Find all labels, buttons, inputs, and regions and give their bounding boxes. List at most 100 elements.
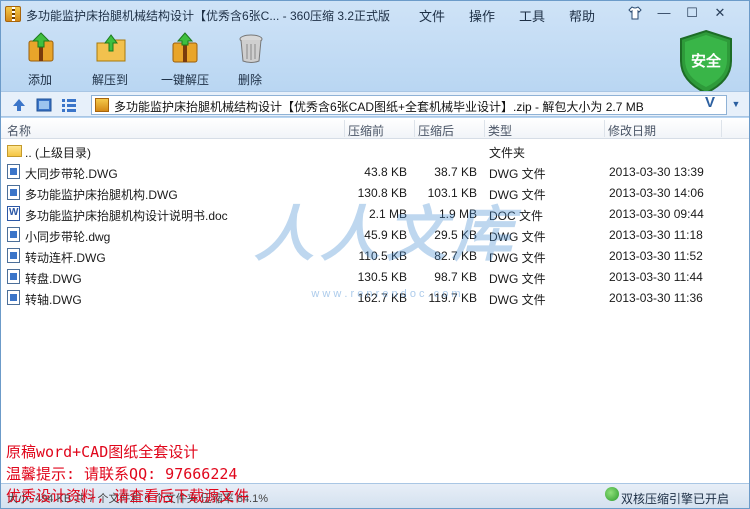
skin-icon[interactable]: [627, 5, 643, 21]
file-type: 文件夹: [489, 146, 526, 160]
file-name: 转轴.DWG: [25, 293, 82, 307]
modified-date: 2013-03-30 11:36: [609, 291, 703, 305]
table-row[interactable]: 多功能监护床抬腿机构设计说明书.doc 2.1 MB 1.9 MB DOC 文件…: [1, 203, 749, 224]
column-divider[interactable]: [344, 120, 345, 137]
column-date[interactable]: 修改日期: [608, 122, 656, 139]
engine-status-icon: [605, 487, 619, 501]
maximize-button[interactable]: ☐: [681, 4, 703, 22]
overlay-line-3: 优秀设计资料, 请查看后下载源文件: [6, 487, 250, 505]
menu-tools[interactable]: 工具: [519, 6, 545, 25]
size-after: 1.9 MB: [438, 207, 477, 221]
modified-date: 2013-03-30 13:39: [609, 165, 704, 179]
one-click-extract-button-label: 一键解压: [160, 73, 209, 87]
modified-date: 2013-03-30 11:44: [609, 270, 703, 284]
file-name: 小同步带轮.dwg: [25, 230, 111, 244]
file-type: DWG 文件: [489, 293, 546, 307]
menu-file[interactable]: 文件: [419, 6, 445, 25]
size-after: 119.7 KB: [428, 291, 477, 305]
overlay-line-1: 原稿word+CAD图纸全套设计: [6, 443, 199, 461]
add-button[interactable]: 添加: [5, 27, 75, 91]
modified-date: 2013-03-30 09:44: [609, 207, 704, 221]
size-after: 103.1 KB: [427, 186, 477, 200]
up-arrow-icon[interactable]: [11, 97, 27, 113]
extract-to-button[interactable]: 解压到: [75, 27, 145, 91]
column-size-before[interactable]: 压缩前: [348, 122, 384, 139]
file-name: 转动连杆.DWG: [25, 251, 106, 265]
overlay-line-2: 温馨提示: 请联系QQ: 97666224: [6, 465, 238, 483]
table-row[interactable]: 小同步带轮.dwg 45.9 KB 29.5 KB DWG 文件 2013-03…: [1, 224, 749, 245]
file-type: DWG 文件: [489, 188, 546, 202]
column-divider[interactable]: [484, 120, 485, 137]
modified-date: 2013-03-30 14:06: [609, 186, 704, 200]
column-type[interactable]: 类型: [488, 122, 512, 139]
size-before: 162.7 KB: [357, 291, 407, 305]
column-size-after[interactable]: 压缩后: [418, 122, 454, 139]
trash-icon: [239, 34, 263, 63]
dwg-file-icon: [7, 269, 20, 284]
table-row[interactable]: 转动连杆.DWG 110.5 KB 82.7 KB DWG 文件 2013-03…: [1, 245, 749, 266]
file-type: DWG 文件: [489, 230, 546, 244]
size-after: 38.7 KB: [434, 165, 477, 179]
shield-label: 安全: [690, 53, 721, 70]
address-input[interactable]: 多功能监护床抬腿机械结构设计【优秀含6张CAD图纸+全套机械毕业设计】.zip …: [91, 95, 727, 115]
minimize-button[interactable]: —: [653, 4, 675, 22]
one-click-extract-button[interactable]: 一键解压: [145, 27, 225, 91]
dwg-file-icon: [7, 290, 20, 305]
column-name[interactable]: 名称: [7, 122, 31, 139]
list-view-icon[interactable]: [61, 97, 77, 113]
engine-status[interactable]: 双核压缩引擎已开启: [621, 490, 729, 507]
size-before: 45.9 KB: [364, 228, 407, 242]
dwg-file-icon: [7, 248, 20, 263]
folder-icon: [7, 145, 22, 157]
table-row[interactable]: .. (上级目录) 文件夹: [1, 140, 749, 161]
table-row[interactable]: 转盘.DWG 130.5 KB 98.7 KB DWG 文件 2013-03-3…: [1, 266, 749, 287]
table-row[interactable]: 多功能监护床抬腿机构.DWG 130.8 KB 103.1 KB DWG 文件 …: [1, 182, 749, 203]
file-name: .. (上级目录): [25, 146, 91, 160]
column-divider[interactable]: [414, 120, 415, 137]
size-before: 130.8 KB: [357, 186, 407, 200]
extract-to-button-label: 解压到: [91, 73, 128, 87]
file-name: 转盘.DWG: [25, 272, 82, 286]
doc-file-icon: [7, 206, 20, 221]
app-logo-icon: [5, 6, 21, 22]
address-bar: 多功能监护床抬腿机械结构设计【优秀含6张CAD图纸+全套机械毕业设计】.zip …: [1, 91, 749, 117]
one-click-extract-icon: [172, 32, 198, 63]
address-v-button[interactable]: V: [705, 94, 715, 111]
size-after: 29.5 KB: [434, 228, 477, 242]
modified-date: 2013-03-30 11:18: [609, 228, 703, 242]
size-before: 2.1 MB: [368, 207, 407, 221]
dwg-file-icon: [7, 164, 20, 179]
delete-button-label: 删除: [237, 73, 262, 87]
menu-help[interactable]: 帮助: [569, 6, 595, 25]
file-type: DWG 文件: [489, 167, 546, 181]
size-after: 98.7 KB: [434, 270, 477, 284]
file-type: DWG 文件: [489, 272, 546, 286]
add-archive-icon: [28, 32, 54, 62]
extract-to-icon: [96, 34, 126, 62]
file-name: 多功能监护床抬腿机构设计说明书.doc: [25, 209, 228, 223]
table-row[interactable]: 大同步带轮.DWG 43.8 KB 38.7 KB DWG 文件 2013-03…: [1, 161, 749, 182]
address-path: 多功能监护床抬腿机械结构设计【优秀含6张CAD图纸+全套机械毕业设计】.zip …: [114, 100, 644, 114]
size-before: 110.5 KB: [358, 249, 407, 263]
menu-operation[interactable]: 操作: [469, 6, 495, 25]
file-type: DWG 文件: [489, 251, 546, 265]
thumbnail-view-icon[interactable]: [36, 97, 52, 113]
close-button[interactable]: ✕: [709, 4, 731, 22]
column-divider[interactable]: [721, 120, 722, 137]
size-before: 130.5 KB: [357, 270, 407, 284]
size-after: 82.7 KB: [434, 249, 477, 263]
add-button-label: 添加: [27, 73, 52, 87]
file-list-header: 名称 压缩前 压缩后 类型 修改日期: [1, 118, 749, 139]
title-bar: 多功能监护床抬腿机械结构设计【优秀含6张C... - 360压缩 3.2正式版 …: [1, 1, 749, 27]
window-title: 多功能监护床抬腿机械结构设计【优秀含6张C... - 360压缩 3.2正式版: [26, 9, 391, 23]
file-list: 名称 压缩前 压缩后 类型 修改日期 .. (上级目录) 文件夹 大同步带轮.D…: [1, 118, 749, 483]
modified-date: 2013-03-30 11:52: [609, 249, 703, 263]
column-divider[interactable]: [604, 120, 605, 137]
file-type: DOC 文件: [489, 209, 544, 223]
security-shield[interactable]: 安全: [677, 29, 735, 95]
address-dropdown-icon[interactable]: ▼: [728, 94, 744, 114]
delete-button[interactable]: 删除: [215, 27, 285, 91]
table-row[interactable]: 转轴.DWG 162.7 KB 119.7 KB DWG 文件 2013-03-…: [1, 287, 749, 308]
archive-file-icon: [95, 98, 109, 112]
dwg-file-icon: [7, 185, 20, 200]
